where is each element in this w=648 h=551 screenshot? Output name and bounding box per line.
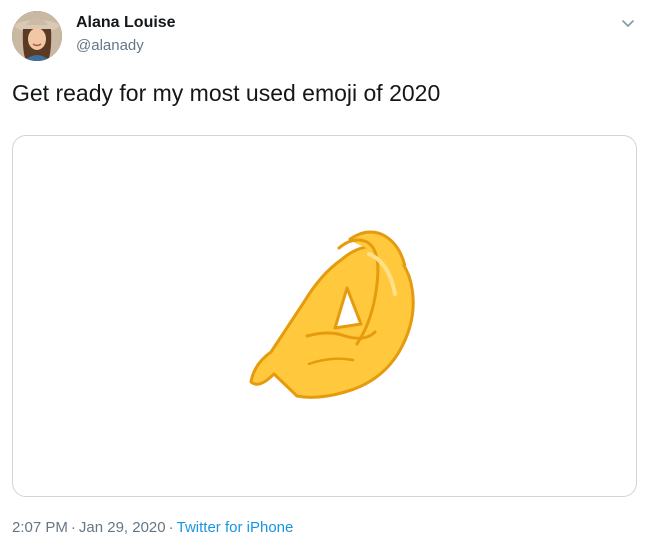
pinched-fingers-emoji-icon (249, 230, 415, 399)
tweet-metadata: 2:07 PM · Jan 29, 2020 · Twitter for iPhone (12, 519, 293, 536)
avatar[interactable] (12, 11, 62, 61)
tweet-card: Alana Louise @alanady Get ready for my m… (0, 0, 648, 551)
tweet-source-link[interactable]: Twitter for iPhone (177, 519, 294, 536)
tweet-text: Get ready for my most used emoji of 2020 (12, 80, 441, 106)
display-name[interactable]: Alana Louise (76, 14, 176, 32)
tweet-date[interactable]: Jan 29, 2020 (79, 519, 166, 536)
separator-dot: · (70, 519, 76, 536)
tweet-media[interactable] (12, 135, 637, 497)
user-handle[interactable]: @alanady (76, 37, 144, 54)
tweet-time[interactable]: 2:07 PM (12, 519, 68, 536)
separator-dot: · (168, 519, 174, 536)
profile-photo-icon (12, 11, 62, 61)
chevron-down-icon[interactable] (617, 13, 639, 35)
